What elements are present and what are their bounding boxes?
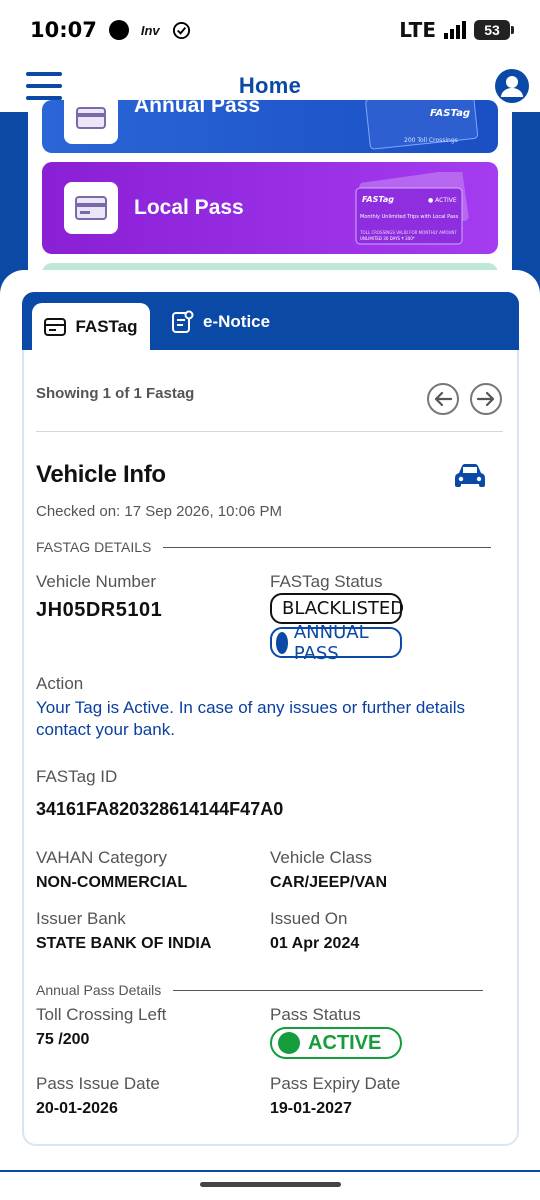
tab-bar: FASTag e-Notice bbox=[22, 292, 519, 351]
annual-pass-card[interactable]: Annual Pass FASTag 200 Toll Crossings bbox=[42, 100, 498, 153]
pass-card-icon bbox=[64, 182, 118, 234]
status-dot-icon bbox=[276, 631, 288, 654]
fastag-status-label: FASTag Status bbox=[270, 572, 383, 591]
status-dot-icon bbox=[278, 1032, 300, 1054]
vehicle-info-title: Vehicle Info bbox=[36, 461, 166, 488]
toll-left-value: 75 /200 bbox=[36, 1031, 90, 1048]
vahan-category-label: VAHAN Category bbox=[36, 848, 168, 867]
network-type: LTE bbox=[399, 18, 436, 42]
home-indicator[interactable] bbox=[200, 1182, 341, 1187]
section-annual-pass-details: Annual Pass Details bbox=[36, 982, 503, 998]
card-icon bbox=[44, 318, 67, 336]
fastag-card-art-icon: FASTag ● ACTIVE Monthly Unlimited Trips … bbox=[355, 172, 469, 245]
pass-expiry-date-label: Pass Expiry Date bbox=[270, 1074, 401, 1093]
svg-text:UNLIMITED 30 DAYS: UNLIMITED 30 DAYS ₹ 300* bbox=[360, 236, 415, 241]
local-pass-card[interactable]: Local Pass FASTag ● ACTIVE Monthly Unlim… bbox=[42, 162, 498, 254]
pass-status-badge: ACTIVE bbox=[270, 1027, 402, 1059]
next-arrow-icon[interactable] bbox=[469, 382, 503, 416]
divider bbox=[36, 431, 503, 432]
signal-icon bbox=[444, 21, 466, 39]
issuer-bank-label: Issuer Bank bbox=[36, 909, 126, 928]
issuer-bank-value: STATE BANK OF INDIA bbox=[36, 935, 212, 952]
svg-text:FASTag: FASTag bbox=[362, 195, 394, 204]
tab-fastag-label: FASTag bbox=[75, 317, 138, 336]
vehicle-class-label: Vehicle Class bbox=[270, 848, 373, 867]
vehicle-number-label: Vehicle Number bbox=[36, 572, 157, 591]
fastag-id-label: FASTag ID bbox=[36, 767, 118, 786]
profile-avatar-icon[interactable] bbox=[494, 68, 530, 104]
vehicle-class-value: CAR/JEEP/VAN bbox=[270, 874, 388, 891]
car-icon bbox=[455, 464, 485, 487]
tab-enotice[interactable]: e-Notice bbox=[172, 310, 270, 334]
check-circle-icon bbox=[172, 21, 190, 39]
vahan-category-value: NON-COMMERCIAL bbox=[36, 874, 188, 891]
notification-dot-icon bbox=[108, 20, 129, 40]
pass-expiry-date-value: 19-01-2027 bbox=[270, 1100, 352, 1117]
annual-pass-label: Annual Pass bbox=[134, 100, 261, 117]
pass-card-icon bbox=[64, 100, 118, 144]
page-title: Home bbox=[238, 73, 302, 98]
toll-left-label: Toll Crossing Left bbox=[36, 1005, 167, 1024]
svg-text:TOLL CROSSINGS VALID FOR M: TOLL CROSSINGS VALID FOR MONTHLY AMOUNT bbox=[359, 230, 457, 235]
pass-status-label: Pass Status bbox=[270, 1005, 361, 1024]
section-title: FASTAG DETAILS bbox=[36, 539, 152, 555]
fastag-id-value: 34161FA820328614144F47A0 bbox=[36, 799, 284, 819]
local-pass-label: Local Pass bbox=[134, 196, 244, 219]
action-label: Action bbox=[36, 674, 84, 693]
pass-issue-date-label: Pass Issue Date bbox=[36, 1074, 160, 1093]
svg-text:Monthly Unlimited Trips with L: Monthly Unlimited Trips with Local Pass bbox=[360, 214, 459, 220]
issued-on-value: 01 Apr 2024 bbox=[270, 935, 360, 952]
battery-icon: 53 bbox=[474, 20, 514, 40]
section-title: Annual Pass Details bbox=[36, 982, 162, 998]
tab-enotice-label: e-Notice bbox=[203, 312, 271, 331]
checked-on-timestamp: Checked on: 17 Sep 2026, 10:06 PM bbox=[36, 503, 283, 520]
inv-notification-icon: Inv bbox=[140, 22, 160, 38]
status-bar: 10:07 Inv LTE 53 bbox=[0, 0, 540, 60]
status-badge-blacklisted: BLACKLISTED bbox=[270, 593, 404, 624]
tab-fastag[interactable]: FASTag bbox=[32, 303, 150, 351]
status-time: 10:07 bbox=[30, 18, 97, 42]
fastag-card-art-icon: FASTag 200 Toll Crossings bbox=[365, 100, 479, 150]
svg-text:FASTag: FASTag bbox=[430, 108, 470, 119]
pager-status: Showing 1 of 1 Fastag bbox=[36, 385, 195, 402]
section-fastag-details: FASTAG DETAILS bbox=[36, 539, 503, 555]
svg-text:200 Toll Crossings: 200 Toll Crossings bbox=[404, 137, 458, 144]
menu-icon[interactable] bbox=[26, 72, 62, 100]
pass-issue-date-value: 20-01-2026 bbox=[36, 1100, 118, 1117]
vehicle-number-value: JH05DR5101 bbox=[36, 599, 163, 621]
status-badge-annual-pass: ANNUAL PASS bbox=[270, 622, 402, 664]
action-message: Your Tag is Active. In case of any issue… bbox=[36, 698, 466, 739]
notice-document-icon bbox=[172, 310, 194, 333]
svg-text:● ACTIVE: ● ACTIVE bbox=[428, 197, 457, 204]
issued-on-label: Issued On bbox=[270, 909, 348, 928]
previous-arrow-icon[interactable] bbox=[426, 382, 460, 416]
